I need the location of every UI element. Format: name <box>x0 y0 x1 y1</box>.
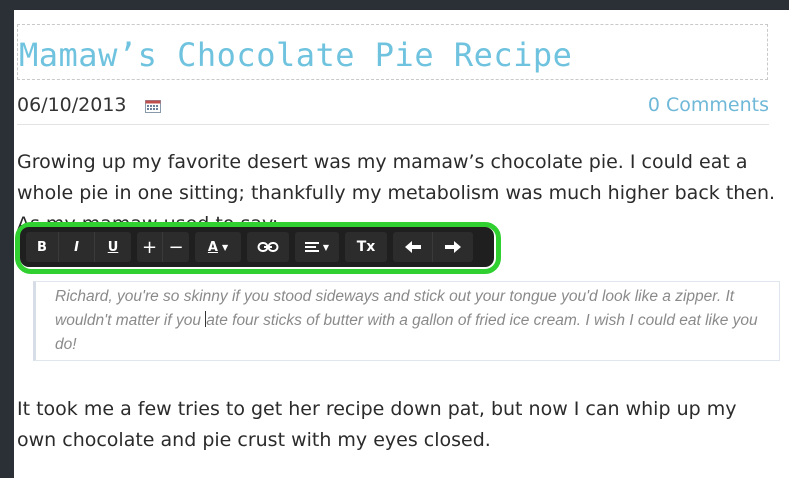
font-color-button[interactable]: A ▼ <box>195 232 241 262</box>
decrease-size-button[interactable]: − <box>163 232 189 262</box>
undo-button[interactable] <box>393 232 433 262</box>
calendar-icon[interactable] <box>145 98 161 113</box>
align-icon <box>304 241 319 253</box>
bold-button[interactable]: B <box>26 232 59 262</box>
undo-icon <box>404 241 421 253</box>
redo-button[interactable] <box>433 232 473 262</box>
blockquote-text[interactable]: Richard, you're so skinny if you stood s… <box>55 285 775 357</box>
post-meta-row: 06/10/2013 0 Comments <box>17 90 769 125</box>
link-icon <box>257 241 279 253</box>
redo-icon <box>445 241 461 253</box>
paragraph-1[interactable]: Growing up my favorite desert was my mam… <box>17 147 777 231</box>
italic-button[interactable]: I <box>59 232 95 262</box>
window-frame-left <box>0 0 14 478</box>
link-button[interactable] <box>247 232 289 262</box>
post-date: 06/10/2013 <box>17 94 127 116</box>
window-frame-top <box>0 0 789 10</box>
increase-size-button[interactable]: + <box>137 232 163 262</box>
underline-button[interactable]: U <box>95 232 131 262</box>
paragraph-2[interactable]: It took me a few tries to get her recipe… <box>17 394 777 456</box>
align-button[interactable]: ▼ <box>295 232 339 262</box>
text-format-toolbar: B I U + − A ▼ ▼ Tx <box>20 227 494 267</box>
font-color-label: A <box>207 239 218 255</box>
clear-format-button[interactable]: Tx <box>345 232 387 262</box>
chevron-down-icon: ▼ <box>322 242 330 252</box>
paragraph-1-container: Growing up my favorite desert was my mam… <box>17 147 777 231</box>
chevron-down-icon: ▼ <box>221 242 229 252</box>
comments-link[interactable]: 0 Comments <box>648 94 769 116</box>
post-title[interactable]: Mamaw’s Chocolate Pie Recipe <box>19 36 572 74</box>
